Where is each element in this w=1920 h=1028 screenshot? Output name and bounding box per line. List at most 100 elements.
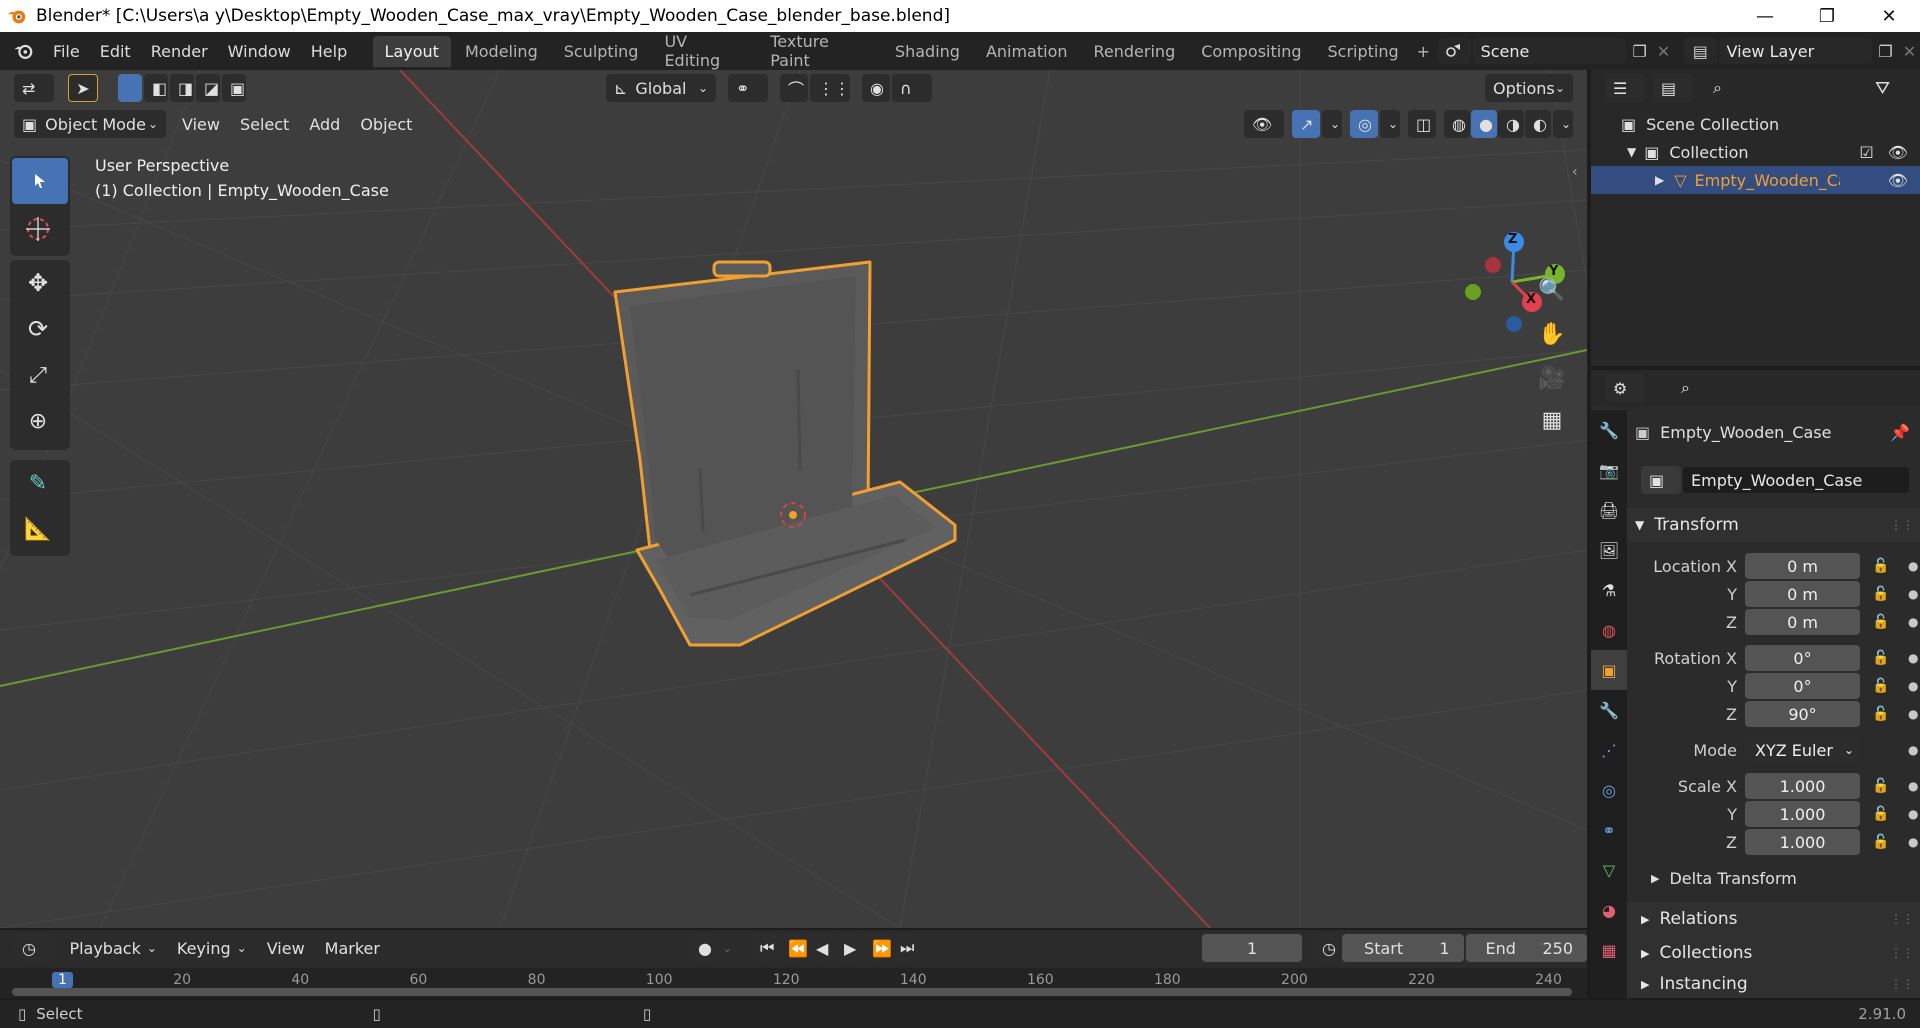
play-icon[interactable]: ▶ [836, 934, 863, 962]
scale-x-field[interactable]: 1.000 [1745, 773, 1860, 799]
display-mode-icon[interactable]: ▤ [1653, 74, 1693, 102]
tab-animation[interactable]: Animation [974, 36, 1080, 67]
transform-tool-icon[interactable]: ⊕ [10, 398, 66, 444]
delta-transform-header[interactable]: ▶ Delta Transform [1651, 866, 1797, 890]
options-dropdown[interactable]: Options ⌄ [1485, 74, 1573, 102]
view-layer-icon[interactable]: ▤ [1684, 38, 1717, 64]
keyframe-dot-icon[interactable]: ● [1908, 707, 1918, 721]
texture-tab-icon[interactable]: ▦ [1591, 930, 1627, 970]
location-x-field[interactable]: 0 m [1745, 553, 1860, 579]
wireframe-shading-icon[interactable]: ◍ [1444, 110, 1470, 138]
keyframe-dot-icon[interactable]: ● [1908, 651, 1918, 665]
tab-rendering[interactable]: Rendering [1082, 36, 1188, 67]
snap-toggle-icon[interactable]: ⌒ [780, 74, 808, 102]
tab-shading[interactable]: Shading [883, 36, 972, 67]
minimize-button[interactable]: — [1734, 0, 1796, 32]
gizmo-dropdown-icon[interactable]: ⌄ [1322, 110, 1342, 138]
measure-tool-icon[interactable]: 📐 [10, 506, 66, 552]
visibility-eye-icon[interactable]: 👁 [1888, 171, 1908, 190]
shading-dropdown-icon[interactable]: ⌄ [1553, 110, 1573, 138]
scale-y-field[interactable]: 1.000 [1745, 801, 1860, 827]
close-window-button[interactable]: ✕ [1858, 0, 1920, 32]
view-layer-tab-icon[interactable]: 🖼 [1591, 530, 1627, 570]
viewport-menu-object[interactable]: Object [350, 115, 422, 134]
rotation-z-field[interactable]: 90° [1745, 701, 1860, 727]
3d-viewport[interactable]: Z Y X ⇄ ➤ ◧ ◨ ◪ ▣ ⊾ Global ⌄ ⚭ ⌒ ⋮⋮ ◉ ∩ … [0, 70, 1587, 928]
end-frame-field[interactable]: End 250 [1465, 934, 1588, 962]
pan-hand-icon[interactable]: ✋ [1532, 314, 1572, 354]
world-tab-icon[interactable]: ◍ [1591, 610, 1627, 650]
transform-panel-header[interactable]: ▼ Transform ⋮⋮ [1627, 508, 1920, 542]
menu-render[interactable]: Render [141, 42, 218, 61]
snap-target-icon[interactable]: ⋮⋮ [810, 74, 850, 102]
lock-icon[interactable]: 🔓 [1872, 558, 1892, 574]
delete-scene-icon[interactable]: ✕ [1653, 38, 1674, 64]
output-tab-icon[interactable]: 🖨 [1591, 490, 1627, 530]
select-box-tool-icon[interactable]: ➤ [68, 74, 98, 102]
keyframe-dot-icon[interactable]: ● [1908, 559, 1918, 573]
xray-toggle-icon[interactable]: ◫ [1408, 110, 1436, 138]
location-y-field[interactable]: 0 m [1745, 581, 1860, 607]
timeline-ruler[interactable]: 1 20 40 60 80 100 120 140 160 180 200 22… [0, 968, 1587, 998]
jump-keyframe-back-icon[interactable]: ⏪ [780, 934, 808, 962]
material-tab-icon[interactable]: ◕ [1591, 890, 1627, 930]
lock-icon[interactable]: 🔓 [1872, 806, 1892, 822]
pivot-point-icon[interactable]: ⚭ [728, 74, 768, 102]
keyframe-dot-icon[interactable]: ● [1908, 587, 1918, 601]
timeline-menu-playback[interactable]: Playback ⌄ [59, 939, 166, 958]
outliner-object-row[interactable]: ▶ ▽ Empty_Wooden_Case 👁 [1591, 166, 1920, 194]
gizmo-z-label[interactable]: Z [1508, 232, 1517, 247]
view-layer-field[interactable]: View Layer [1718, 38, 1873, 64]
modifier-tab-icon[interactable]: 🔧 [1591, 690, 1627, 730]
drag-handle-icon[interactable]: ⋮⋮ [1890, 518, 1914, 532]
lock-icon[interactable]: 🔓 [1872, 678, 1892, 694]
visibility-eye-icon[interactable]: 👁 [1888, 143, 1908, 162]
rotation-y-field[interactable]: 0° [1745, 673, 1860, 699]
menu-file[interactable]: File [43, 42, 90, 61]
overlays-toggle-icon[interactable]: ◎ [1350, 110, 1378, 138]
viewport-menu-view[interactable]: View [172, 115, 230, 134]
select-mode-subtract-icon[interactable]: ◨ [170, 74, 194, 102]
outliner-scene-collection[interactable]: ▣ Scene Collection [1591, 110, 1920, 138]
current-frame-field[interactable]: 1 [1202, 934, 1303, 962]
datablock-browse-icon[interactable]: ▣ [1641, 466, 1681, 494]
timeline-menu-view[interactable]: View [257, 939, 315, 958]
cursor-tool-icon[interactable] [10, 206, 66, 252]
ortho-toggle-icon[interactable]: ▦ [1532, 400, 1572, 440]
tab-layout[interactable]: Layout [372, 35, 451, 67]
tab-modeling[interactable]: Modeling [453, 36, 550, 67]
tab-uv-editing[interactable]: UV Editing [652, 26, 756, 76]
relations-panel-header[interactable]: ▶ Relations ⋮⋮ [1627, 902, 1920, 936]
scale-tool-icon[interactable]: ⤢ [10, 352, 66, 398]
jump-start-icon[interactable]: ⏮ [752, 934, 779, 962]
menu-help[interactable]: Help [301, 42, 357, 61]
lock-icon[interactable]: 🔓 [1872, 706, 1892, 722]
lock-icon[interactable]: 🔓 [1872, 834, 1892, 850]
material-shading-icon[interactable]: ◑ [1498, 110, 1524, 138]
viewport-menu-select[interactable]: Select [230, 115, 299, 134]
lock-icon[interactable]: 🔓 [1872, 650, 1892, 666]
scene-name-field[interactable]: Scene [1472, 38, 1627, 64]
drag-handle-icon[interactable]: ⋮⋮ [1890, 946, 1914, 960]
render-tab-icon[interactable]: 📷 [1591, 450, 1627, 490]
preview-range-icon[interactable]: ◷ [1314, 934, 1341, 962]
keyframe-dot-icon[interactable]: ● [1908, 807, 1918, 821]
instancing-panel-header[interactable]: ▶ Instancing ⋮⋮ [1627, 970, 1920, 998]
menu-edit[interactable]: Edit [90, 42, 141, 61]
tab-sculpting[interactable]: Sculpting [552, 36, 651, 67]
start-frame-field[interactable]: Start 1 [1342, 934, 1464, 962]
particles-tab-icon[interactable]: ⋰ [1591, 730, 1627, 770]
timeline-menu-keying[interactable]: Keying ⌄ [167, 939, 257, 958]
annotate-tool-icon[interactable]: ✎ [10, 460, 66, 506]
blender-menu-icon[interactable] [12, 40, 35, 62]
tool-settings-icon[interactable]: ⇄ [14, 74, 54, 102]
delete-view-layer-icon[interactable]: ✕ [1899, 38, 1920, 64]
keyframe-dot-icon[interactable]: ● [1908, 615, 1918, 629]
solid-shading-icon[interactable]: ● [1471, 110, 1497, 138]
rotate-tool-icon[interactable]: ⟳ [10, 306, 66, 352]
expand-down-icon[interactable]: ▼ [1627, 145, 1636, 159]
keyframe-dot-icon[interactable]: ● [1908, 743, 1918, 757]
tool-tab-icon[interactable]: 🔧 [1591, 410, 1627, 450]
select-mode-extend-icon[interactable]: ◧ [144, 74, 168, 102]
transform-orientation-dropdown[interactable]: ⊾ Global ⌄ [606, 74, 716, 102]
